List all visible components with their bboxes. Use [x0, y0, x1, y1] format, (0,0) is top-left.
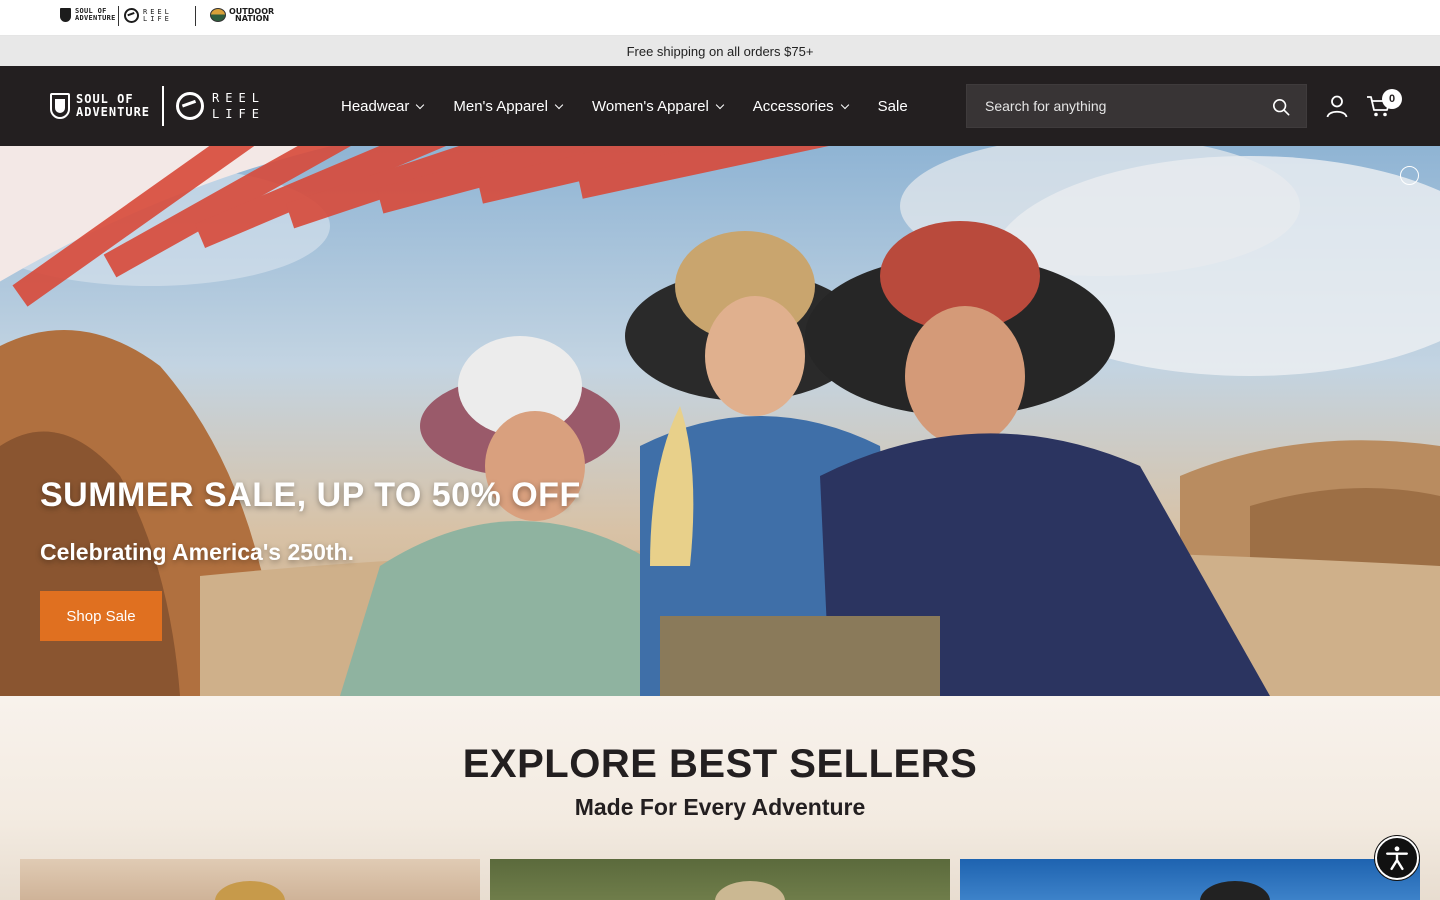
accessibility-button[interactable]: [1375, 836, 1419, 880]
nav-label: Women's Apparel: [591, 97, 709, 115]
nav-label: Accessories: [752, 97, 834, 115]
brand-on-text: OUTDOOR NATION: [229, 8, 274, 23]
section-title: EXPLORE BEST SELLERS: [462, 742, 978, 786]
product-card[interactable]: [960, 859, 1420, 900]
site-logo[interactable]: SOUL OF ADVENTURE REEL LIFE: [50, 86, 265, 126]
logo-reel-text: REEL LIFE: [212, 90, 265, 122]
reel-life-logo-icon: [176, 92, 205, 120]
brand-reel-line2: LIFE: [143, 14, 172, 23]
brand-divider: [118, 6, 119, 26]
product-image: [215, 881, 285, 900]
cart-count-badge: 0: [1382, 89, 1402, 109]
brand-strip: SOUL OF ADVENTURE REEL LIFE OUTDOOR NATI…: [0, 0, 1440, 36]
accessibility-icon: [1386, 846, 1408, 871]
product-card[interactable]: [490, 859, 950, 900]
logo-reel-line2: LIFE: [212, 107, 265, 121]
hero-banner: SUMMER SALE, UP TO 50% OFF Celebrating A…: [0, 146, 1440, 696]
product-card[interactable]: [20, 859, 480, 900]
shop-sale-button[interactable]: Shop Sale: [40, 591, 162, 641]
reel-life-logo-icon: [124, 8, 139, 23]
section-subtitle: Made For Every Adventure: [574, 794, 866, 820]
search-input[interactable]: [967, 98, 1257, 114]
nav-label: Headwear: [341, 97, 410, 115]
chevron-down-icon: [715, 100, 725, 109]
logo-soa-text: SOUL OF ADVENTURE: [76, 93, 150, 119]
hero-subtitle: Celebrating America's 250th.: [40, 539, 354, 565]
outdoor-nation-logo-icon: [210, 8, 226, 22]
nav-item-mens-apparel[interactable]: Men's Apparel: [453, 97, 564, 115]
brand-link-reel-life[interactable]: REEL LIFE: [124, 8, 172, 23]
announcement-bar: Free shipping on all orders $75+: [0, 36, 1440, 66]
chevron-down-icon: [416, 100, 425, 109]
brand-on-line2: NATION: [235, 14, 270, 23]
brand-reel-text: REEL LIFE: [143, 8, 172, 23]
logo-reel-line1: REEL: [212, 91, 265, 105]
logo-soa-line2: ADVENTURE: [76, 105, 151, 119]
search-icon[interactable]: [1272, 98, 1290, 116]
brand-link-outdoor-nation[interactable]: OUTDOOR NATION: [210, 8, 274, 23]
brand-soa-text: SOUL OF ADVENTURE: [75, 8, 116, 22]
shield-icon: [60, 8, 71, 22]
nav-item-headwear[interactable]: Headwear: [341, 97, 425, 115]
nav-item-accessories[interactable]: Accessories: [752, 97, 849, 115]
search-box: [966, 84, 1307, 128]
nav-item-sale[interactable]: Sale: [878, 98, 908, 115]
chevron-down-icon: [840, 100, 849, 109]
nav-item-womens-apparel[interactable]: Women's Apparel: [591, 97, 725, 115]
slideshow-dot[interactable]: [1400, 166, 1419, 185]
logo-divider: [162, 86, 165, 126]
announcement-text: Free shipping on all orders $75+: [626, 43, 814, 59]
best-sellers-section: EXPLORE BEST SELLERS Made For Every Adve…: [0, 696, 1440, 900]
product-image: [1200, 881, 1270, 900]
shield-icon: [50, 93, 70, 119]
brand-link-soul-of-adventure[interactable]: SOUL OF ADVENTURE: [60, 8, 116, 22]
nav-label: Sale: [877, 97, 908, 115]
site-header: SOUL OF ADVENTURE REEL LIFE Headwear Men…: [0, 66, 1440, 146]
brand-divider: [195, 6, 196, 26]
brand-soa-line2: ADVENTURE: [75, 14, 116, 22]
chevron-down-icon: [554, 100, 564, 109]
hero-image: [0, 146, 1440, 696]
account-icon[interactable]: [1325, 94, 1349, 118]
main-nav: Headwear Men's Apparel Women's Apparel A…: [341, 66, 938, 146]
product-image: [715, 881, 785, 900]
hero-title: SUMMER SALE, UP TO 50% OFF: [40, 476, 581, 514]
nav-label: Men's Apparel: [453, 97, 548, 115]
